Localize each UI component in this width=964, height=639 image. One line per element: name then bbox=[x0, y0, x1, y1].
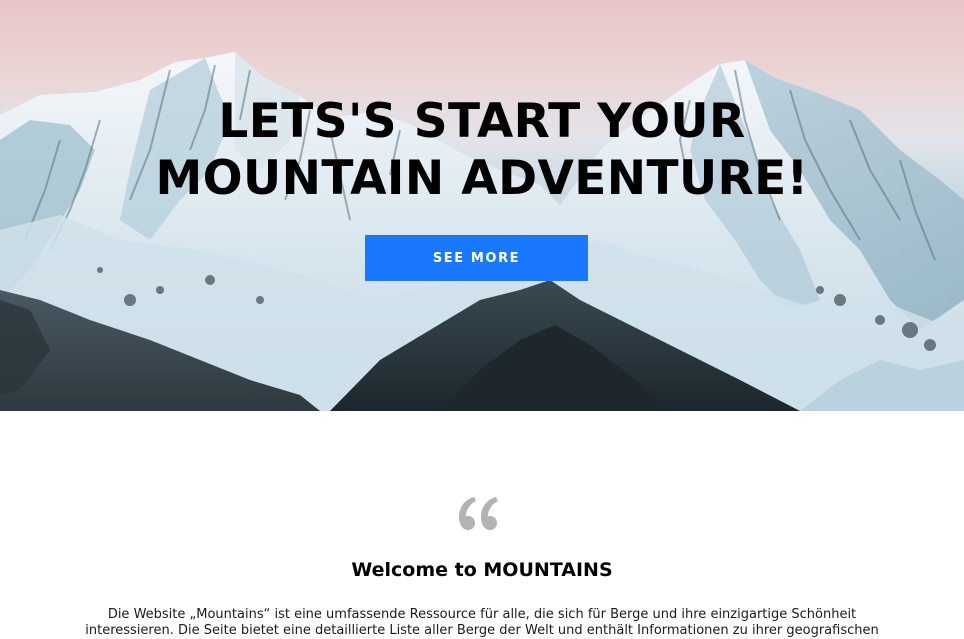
hero-title: LETS'S START YOUR MOUNTAIN ADVENTURE! bbox=[0, 93, 964, 207]
hero-title-line-1: LETS'S START YOUR bbox=[218, 94, 746, 149]
quote-icon bbox=[459, 497, 498, 530]
hero-section: LETS'S START YOUR MOUNTAIN ADVENTURE! SE… bbox=[0, 0, 964, 411]
welcome-section: Welcome to MOUNTAINS Die Website „Mounta… bbox=[0, 411, 964, 639]
hero-title-line-2: MOUNTAIN ADVENTURE! bbox=[155, 151, 809, 206]
welcome-title: Welcome to MOUNTAINS bbox=[351, 559, 613, 581]
see-more-button[interactable]: SEE MORE bbox=[365, 235, 588, 281]
welcome-description: Die Website „Mountains“ ist eine umfasse… bbox=[85, 607, 879, 638]
